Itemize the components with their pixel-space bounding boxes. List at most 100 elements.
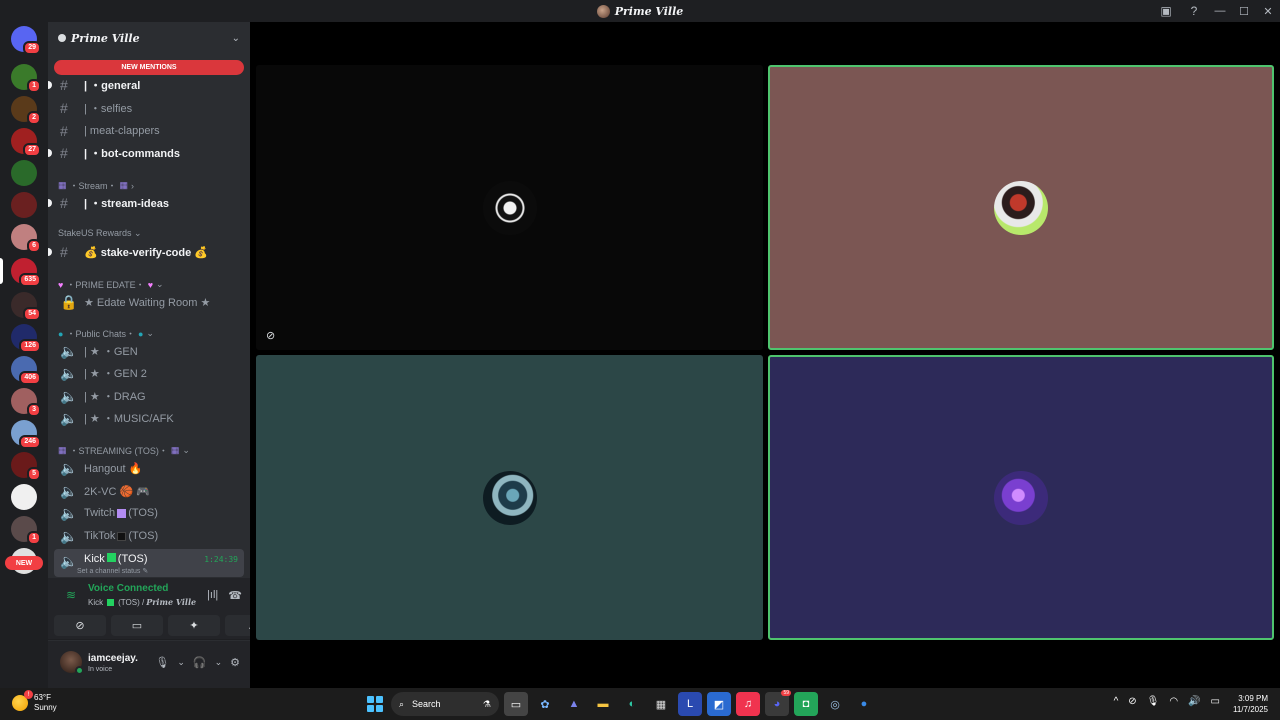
server-icon[interactable]: 5 xyxy=(11,452,41,481)
close-button[interactable]: ✕ xyxy=(1256,0,1280,22)
channel-edate-waiting-room[interactable]: 🔒 ★ Edate Waiting Room ★ xyxy=(54,292,244,312)
server-icon[interactable] xyxy=(11,160,37,186)
voice-channel-2k-vc[interactable]: 🔈 2K-VC 🏀 🎮 xyxy=(54,481,244,501)
server-icon[interactable]: 1 xyxy=(11,516,41,545)
server-header[interactable]: Prime Ville ⌄ xyxy=(48,22,250,54)
server-badge: 27 xyxy=(23,143,41,157)
inbox-icon[interactable]: ▣ xyxy=(1152,0,1180,22)
participant-tile[interactable]: ⊘ xyxy=(256,65,763,350)
server-icon[interactable]: 54 xyxy=(11,292,41,321)
chevron-down-icon[interactable]: ⌄ xyxy=(177,657,185,668)
channel-stream-ideas[interactable]: # | ・stream-ideas xyxy=(48,193,244,213)
minimize-button[interactable]: — xyxy=(1208,0,1232,22)
server-badge: 6 xyxy=(27,239,41,253)
teams-icon[interactable]: ▲ xyxy=(562,692,586,716)
server-icon[interactable]: 2 xyxy=(11,96,41,125)
set-channel-status[interactable]: Set a channel status ✎ xyxy=(77,567,148,575)
new-servers-pill[interactable]: NEW xyxy=(5,556,43,570)
server-icon[interactable]: 246 xyxy=(11,420,41,449)
server-icon[interactable]: 126 xyxy=(11,324,41,353)
network-off-icon[interactable]: ⊘ xyxy=(1128,696,1136,707)
server-icon[interactable] xyxy=(11,192,37,218)
server-badge: 635 xyxy=(19,273,41,287)
voice-channel-drag[interactable]: 🔈 | ★ ・DRAG xyxy=(54,386,244,406)
disconnect-icon[interactable]: ☎ xyxy=(228,589,242,602)
voice-channel-gen[interactable]: 🔈 | ★ ・GEN xyxy=(54,341,244,361)
direct-messages-button[interactable]: 29 xyxy=(11,26,41,55)
app-blue-circle-icon[interactable]: ● xyxy=(852,692,876,716)
maximize-button[interactable]: ☐ xyxy=(1232,0,1256,22)
server-icon[interactable]: 27 xyxy=(11,128,41,157)
channel-label: (TOS) xyxy=(128,507,158,519)
app-l-icon[interactable]: L xyxy=(678,692,702,716)
category-streaming-tos[interactable]: ▦ ・STREAMING (TOS)・ ▦ ⌄ xyxy=(58,444,190,457)
participant-tile-speaking[interactable] xyxy=(768,355,1274,640)
weather-widget[interactable]: ! 63°F Sunny xyxy=(12,690,57,713)
category-stakeus-rewards[interactable]: StakeUS Rewards ⌄ xyxy=(58,228,142,239)
category-prime-edate[interactable]: ♥ ・PRIME EDATE・ ♥ ⌄ xyxy=(58,278,164,291)
activities-button[interactable]: ✦ xyxy=(168,615,220,636)
start-button[interactable] xyxy=(364,693,386,715)
category-public-chats[interactable]: ● ・Public Chats・ ● ⌄ xyxy=(58,327,154,340)
server-icon[interactable]: 6 xyxy=(11,224,41,253)
channel-bot-commands[interactable]: # | ・bot-commands xyxy=(48,143,244,163)
username[interactable]: iamceejay. xyxy=(88,653,138,664)
help-icon[interactable]: ? xyxy=(1180,0,1208,22)
gear-icon[interactable]: ⚙ xyxy=(230,656,240,669)
voice-channel-tiktok[interactable]: 🔈 TikTok (TOS) xyxy=(54,526,244,546)
server-icon[interactable]: 406 xyxy=(11,356,41,385)
new-mentions-banner[interactable]: NEW MENTIONS xyxy=(54,60,244,75)
channel-selfies[interactable]: # | ・selfies xyxy=(54,98,244,118)
voice-channel-music-afk[interactable]: 🔈 | ★ ・MUSIC/AFK xyxy=(54,408,244,428)
microphone-icon[interactable]: 🎙 xyxy=(155,656,169,669)
copilot-icon[interactable]: ✿ xyxy=(533,692,557,716)
battery-icon[interactable]: ▭ xyxy=(1211,696,1220,707)
volume-icon[interactable]: 🔊 xyxy=(1188,696,1200,707)
voice-channel-kick[interactable]: 🔈 Kick (TOS) 1:24:39 Set a channel status ✎ xyxy=(54,549,244,577)
voice-channel-info[interactable]: Kick (TOS) / Prime Ville xyxy=(88,597,196,607)
task-view-icon[interactable]: ▭ xyxy=(504,692,528,716)
channel-label: | ・general xyxy=(84,80,141,92)
edge-icon[interactable]: ◐ xyxy=(620,692,644,716)
voice-channel-hangout[interactable]: 🔈 Hangout 🔥 xyxy=(54,458,244,478)
speaker-icon: 🔈 xyxy=(60,527,78,544)
voice-connected-label[interactable]: Voice Connected xyxy=(88,583,168,594)
clock[interactable]: 3:09 PM 11/7/2025 xyxy=(1233,693,1268,715)
camera-off-icon: ⊘ xyxy=(75,620,85,632)
music-icon[interactable]: ♫ xyxy=(736,692,760,716)
file-explorer-icon[interactable]: ▬ xyxy=(591,692,615,716)
app-blue-icon[interactable]: ◩ xyxy=(707,692,731,716)
participant-tile[interactable] xyxy=(256,355,763,640)
server-rail: 29 1 2 27 6 635 54 126 406 3 246 5 1 NEW xyxy=(0,22,48,688)
steam-icon[interactable]: ◎ xyxy=(823,692,847,716)
server-icon-active[interactable]: 635 xyxy=(11,258,41,287)
store-icon[interactable]: ▦ xyxy=(649,692,673,716)
channel-general[interactable]: # | ・general xyxy=(48,75,244,95)
voice-channel-twitch[interactable]: 🔈 Twitch (TOS) xyxy=(54,503,244,523)
share-screen-button[interactable]: ▭ xyxy=(111,615,163,636)
chevron-up-icon[interactable]: ^ xyxy=(1114,696,1119,707)
voice-connection-panel: ≋ Voice Connected Kick (TOS) / Prime Vil… xyxy=(48,578,277,640)
channel-stake-verify-code[interactable]: # 💰 stake-verify-code 💰 xyxy=(48,242,244,262)
taskbar-search[interactable]: ⌕ Search ⚗ xyxy=(391,692,499,716)
microphone-icon[interactable]: 🎙 xyxy=(1147,696,1160,707)
channel-meat-clappers[interactable]: # | meat-clappers xyxy=(54,121,244,141)
unread-indicator xyxy=(48,149,52,157)
headphones-icon[interactable]: 🎧 xyxy=(193,656,207,669)
participant-avatar xyxy=(994,180,1048,235)
participant-tile-speaking[interactable] xyxy=(768,65,1274,350)
discord-icon[interactable]: ◕ 59 xyxy=(765,690,791,716)
camera-off-button[interactable]: ⊘ xyxy=(54,615,106,636)
noise-suppression-icon[interactable]: |ıl| xyxy=(207,589,218,602)
speaker-icon: 🔈 xyxy=(60,459,78,476)
server-icon[interactable] xyxy=(11,484,37,510)
chevron-down-icon[interactable]: ⌄ xyxy=(215,657,223,668)
app-green-icon[interactable]: ◘ xyxy=(794,692,818,716)
voice-channel-gen-2[interactable]: 🔈 | ★ ・GEN 2 xyxy=(54,363,244,383)
server-icon[interactable]: 1 xyxy=(11,64,41,93)
avatar[interactable] xyxy=(60,651,84,675)
category-stream[interactable]: ▦ ・Stream・ ▦ › xyxy=(58,179,134,192)
wifi-icon[interactable]: ◠ xyxy=(1169,696,1178,707)
server-icon[interactable]: 3 xyxy=(11,388,41,417)
camera-off-icon: ⊘ xyxy=(266,330,276,342)
